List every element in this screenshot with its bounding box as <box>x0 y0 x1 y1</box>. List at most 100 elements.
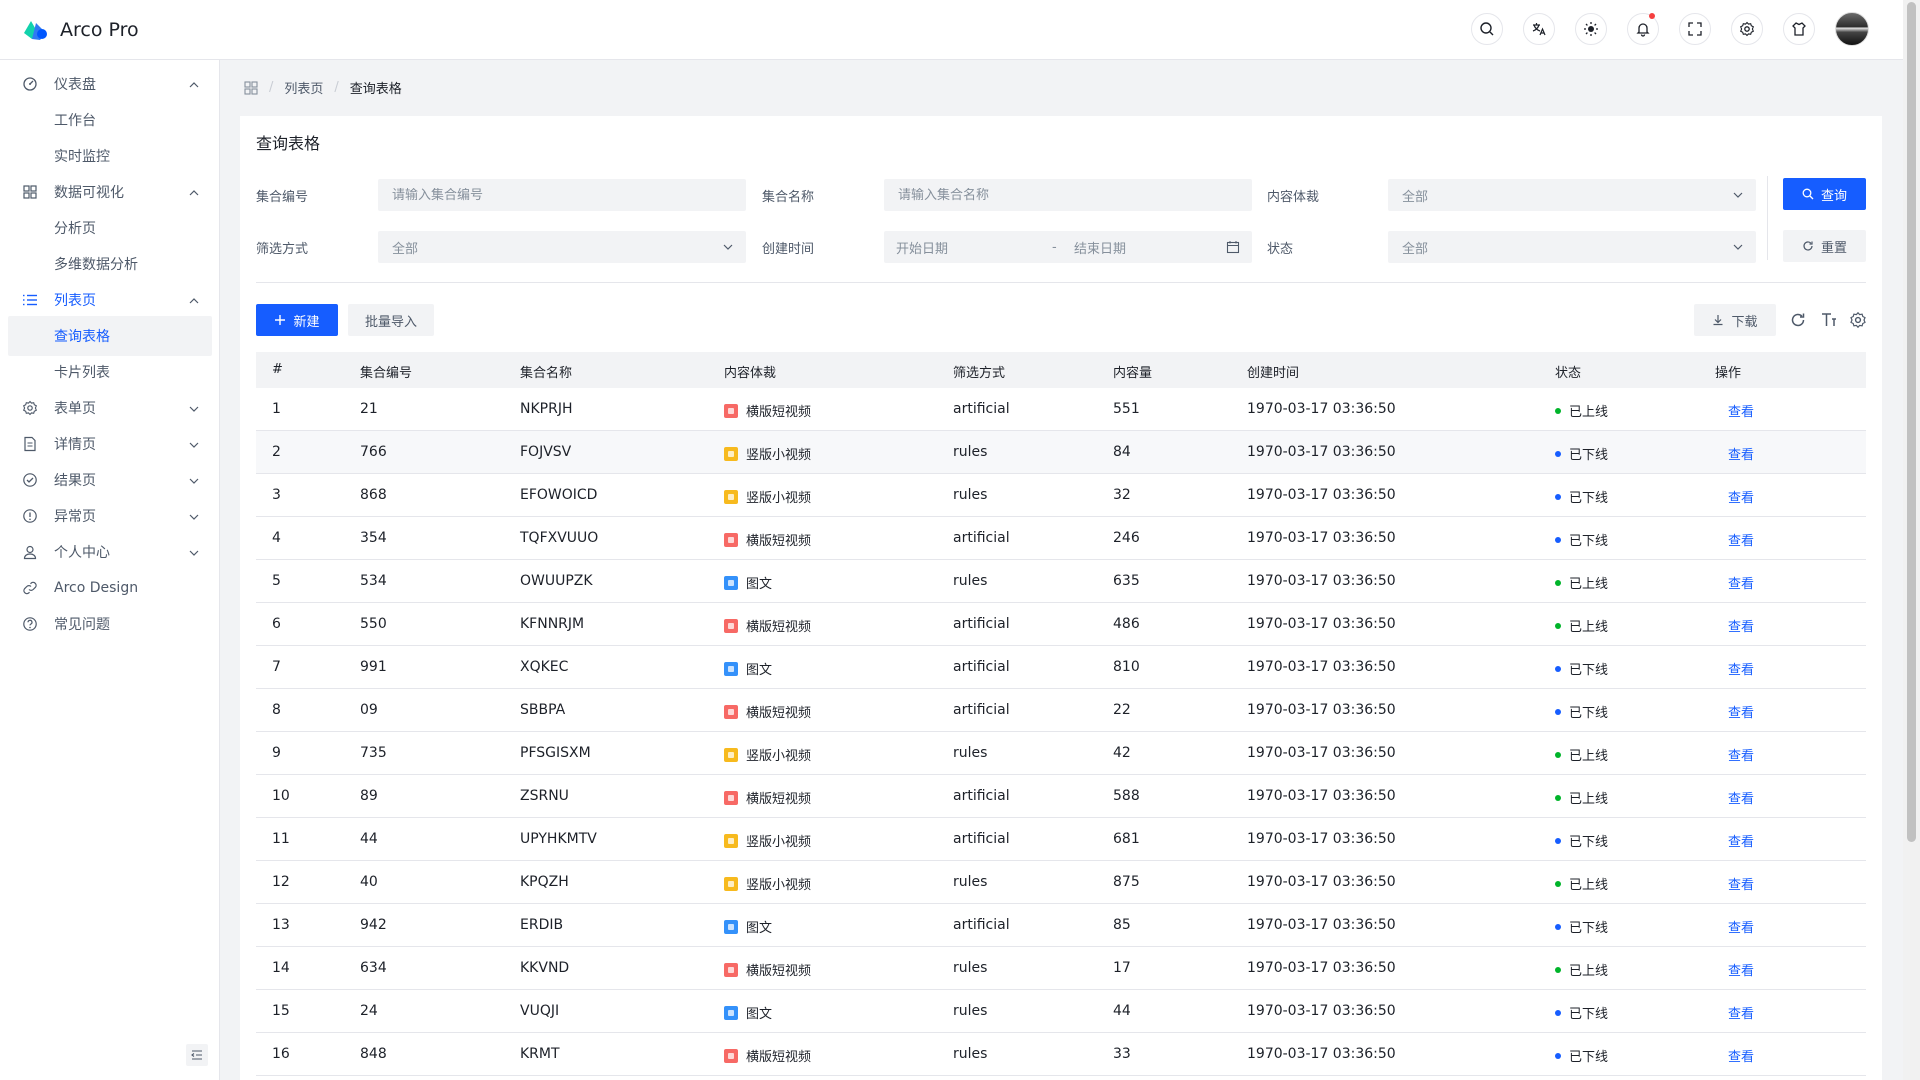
page-scrollbar[interactable] <box>1903 0 1920 1080</box>
table-row[interactable]: 11 44 UPYHKMTV 竖版小视频 artificial 681 1970-03-17… <box>256 818 1866 861</box>
view-link[interactable]: 查看 <box>1728 874 1754 893</box>
sidebar-item-11[interactable]: 结果页 <box>8 460 212 500</box>
cell-index: 7 <box>272 659 281 675</box>
name-input[interactable] <box>898 187 1252 203</box>
status-text: 已下线 <box>1569 663 1609 678</box>
view-link[interactable]: 查看 <box>1728 401 1754 420</box>
table-row[interactable]: 2 766 FOJVSV 竖版小视频 rules 84 1970-03-17 03:36:5… <box>256 431 1866 474</box>
view-link[interactable]: 查看 <box>1728 1003 1754 1022</box>
refresh-icon[interactable] <box>1789 311 1807 329</box>
table-row[interactable]: 1 21 NKPRJH 横版短视频 artificial 551 1970-03-17 03… <box>256 388 1866 431</box>
end-date-input[interactable]: 结束日期 <box>1074 238 1126 257</box>
status-select[interactable]: 全部 <box>1388 231 1756 263</box>
view-link[interactable]: 查看 <box>1728 745 1754 764</box>
sidebar-item-label: 卡片列表 <box>54 365 110 381</box>
user-icon <box>23 545 37 560</box>
sidebar-item-sub-5[interactable]: 多维数据分析 <box>8 244 212 284</box>
reset-button[interactable]: 重置 <box>1783 230 1866 262</box>
search-button[interactable] <box>1471 13 1503 45</box>
table-row[interactable]: 7 991 XQKEC 图文 artificial 810 1970-03-17 03:36… <box>256 646 1866 689</box>
sidebar-item-3[interactable]: 数据可视化 <box>8 172 212 212</box>
chevron-up-icon <box>189 190 199 196</box>
view-link[interactable]: 查看 <box>1728 960 1754 979</box>
breadcrumb: / 列表页 / 查询表格 <box>244 78 402 97</box>
view-link[interactable]: 查看 <box>1728 573 1754 592</box>
cell-content-type: 横版短视频 <box>724 702 811 721</box>
translate-icon <box>1532 23 1546 36</box>
notification-button[interactable] <box>1627 13 1659 45</box>
cell-created-time: 1970-03-17 03:36:50 <box>1247 401 1396 417</box>
cell-index: 13 <box>272 917 290 933</box>
cell-status: 已下线 <box>1555 659 1608 678</box>
view-link[interactable]: 查看 <box>1728 831 1754 850</box>
apps-icon[interactable] <box>244 80 258 95</box>
fullscreen-button[interactable] <box>1679 13 1711 45</box>
sidebar-item-6[interactable]: 列表页 <box>8 280 212 320</box>
view-link[interactable]: 查看 <box>1728 659 1754 678</box>
sidebar-item-0[interactable]: 仪表盘 <box>8 64 212 104</box>
start-date-input[interactable]: 开始日期 <box>896 238 948 257</box>
name-field[interactable] <box>884 179 1252 211</box>
table-row[interactable]: 3 868 EFOWOICD 竖版小视频 rules 32 1970-03-17 03:36… <box>256 474 1866 517</box>
cell-id: 40 <box>360 874 378 890</box>
theme-toggle-button[interactable] <box>1575 13 1607 45</box>
cell-index: 16 <box>272 1046 290 1062</box>
view-link[interactable]: 查看 <box>1728 444 1754 463</box>
table-row[interactable]: 13 942 ERDIB 图文 artificial 85 1970-03-17 03:36… <box>256 904 1866 947</box>
new-button[interactable]: 新建 <box>256 304 338 336</box>
column-header-content-type: 内容体裁 <box>724 366 777 381</box>
download-button[interactable]: 下载 <box>1694 304 1776 336</box>
table-row[interactable]: 12 40 KPQZH 竖版小视频 rules 875 1970-03-17 03:36:5… <box>256 861 1866 904</box>
view-link[interactable]: 查看 <box>1728 616 1754 635</box>
sidebar-item-sub-7[interactable]: 查询表格 <box>8 316 212 356</box>
table-row[interactable]: 6 550 KFNNRJM 横版短视频 artificial 486 1970-03-17 … <box>256 603 1866 646</box>
view-link[interactable]: 查看 <box>1728 1046 1754 1065</box>
id-input[interactable] <box>392 187 746 203</box>
sidebar-item-9[interactable]: 表单页 <box>8 388 212 428</box>
filter-type-select[interactable]: 全部 <box>378 231 746 263</box>
view-link[interactable]: 查看 <box>1728 530 1754 549</box>
column-settings-icon[interactable] <box>1849 311 1867 329</box>
cell-id: 735 <box>360 745 387 761</box>
sidebar-item-14[interactable]: Arco Design <box>8 568 212 608</box>
table-row[interactable]: 8 09 SBBPA 横版短视频 artificial 22 1970-03-17 03:3… <box>256 689 1866 732</box>
table-row[interactable]: 9 735 PFSGISXM 竖版小视频 rules 42 1970-03-17 03:36… <box>256 732 1866 775</box>
sidebar-item-sub-8[interactable]: 卡片列表 <box>8 352 212 392</box>
app-logo[interactable]: Arco Pro <box>22 19 139 41</box>
date-range-picker[interactable]: 开始日期 - 结束日期 <box>884 231 1252 263</box>
sidebar-item-15[interactable]: 常见问题 <box>8 604 212 644</box>
language-button[interactable] <box>1523 13 1555 45</box>
view-link[interactable]: 查看 <box>1728 917 1754 936</box>
skin-button[interactable] <box>1783 13 1815 45</box>
sidebar-item-10[interactable]: 详情页 <box>8 424 212 464</box>
table-row[interactable]: 16 848 KRMT 横版短视频 rules 33 1970-03-17 03:36:50… <box>256 1033 1866 1076</box>
status-dot <box>1555 1009 1561 1016</box>
table-row[interactable]: 4 354 TQFXVUUO 横版短视频 artificial 246 1970-03-17… <box>256 517 1866 560</box>
status-text: 已上线 <box>1569 878 1609 893</box>
content-type-select[interactable]: 全部 <box>1388 179 1756 211</box>
sidebar-item-13[interactable]: 个人中心 <box>8 532 212 572</box>
sidebar-item-sub-1[interactable]: 工作台 <box>8 100 212 140</box>
batch-import-button[interactable]: 批量导入 <box>348 304 434 336</box>
sidebar-item-sub-4[interactable]: 分析页 <box>8 208 212 248</box>
sidebar-item-sub-2[interactable]: 实时监控 <box>8 136 212 176</box>
line-height-icon[interactable] <box>1820 311 1838 329</box>
table-row[interactable]: 5 534 OWUUPZK 图文 rules 635 1970-03-17 03:36:50… <box>256 560 1866 603</box>
view-link[interactable]: 查看 <box>1728 702 1754 721</box>
sidebar-item-12[interactable]: 异常页 <box>8 496 212 536</box>
search-button[interactable]: 查询 <box>1783 178 1866 210</box>
table-row[interactable]: 10 89 ZSRNU 横版短视频 artificial 588 1970-03-17 03… <box>256 775 1866 818</box>
collapse-sidebar-button[interactable] <box>186 1044 208 1066</box>
id-field[interactable] <box>378 179 746 211</box>
view-link[interactable]: 查看 <box>1728 487 1754 506</box>
table-row[interactable]: 14 634 KKVND 横版短视频 rules 17 1970-03-17 03:36:5… <box>256 947 1866 990</box>
breadcrumb-item-list[interactable]: 列表页 <box>284 78 323 97</box>
table-row[interactable]: 15 24 VUQJI 图文 rules 44 1970-03-17 03:36:50 已下线… <box>256 990 1866 1033</box>
scrollbar-thumb[interactable] <box>1907 2 1916 842</box>
user-avatar[interactable] <box>1835 12 1869 46</box>
sidebar-item-label: 多维数据分析 <box>54 257 138 273</box>
view-link[interactable]: 查看 <box>1728 788 1754 807</box>
cell-content-type: 图文 <box>724 1003 772 1022</box>
settings-button[interactable] <box>1731 13 1763 45</box>
content-type-text: 横版短视频 <box>746 1050 812 1065</box>
